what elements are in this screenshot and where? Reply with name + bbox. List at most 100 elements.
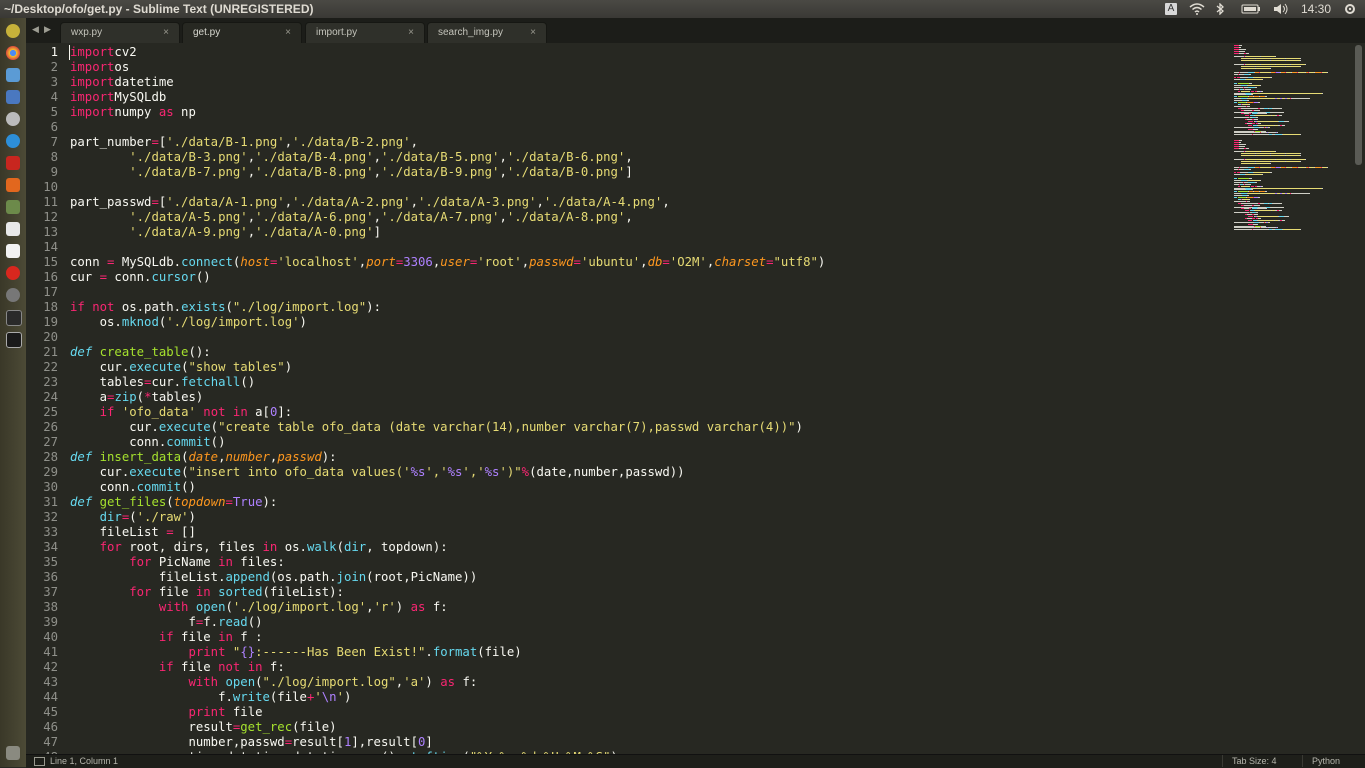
code-line[interactable]: with open('./log/import.log','r') as f: [70, 600, 1200, 615]
text-editor-icon[interactable] [6, 222, 20, 236]
minimap-token [1270, 77, 1272, 79]
code-line[interactable]: if file not in f: [70, 660, 1200, 675]
code-line[interactable]: with open("./log/import.log",'a') as f: [70, 675, 1200, 690]
line-number: 25 [43, 405, 58, 419]
code-line[interactable]: def get_files(topdown=True): [70, 495, 1200, 510]
code-line[interactable] [70, 240, 1200, 255]
panel-toggle-icon[interactable] [34, 757, 45, 766]
code-line[interactable]: for root, dirs, files in os.walk(dir, to… [70, 540, 1200, 555]
keyboard-indicator[interactable]: A [1164, 3, 1177, 15]
scrollbar-thumb[interactable] [1355, 45, 1362, 165]
code-line[interactable]: if not os.path.exists("./log/import.log"… [70, 300, 1200, 315]
code-line[interactable]: conn.commit() [70, 480, 1200, 495]
tab-search-img[interactable]: search_img.py × [427, 22, 547, 44]
vertical-scrollbar[interactable] [1354, 45, 1363, 745]
code-line[interactable]: importnumpy as np [70, 105, 1200, 120]
code-line[interactable]: part_number=['./data/B-1.png','./data/B-… [70, 135, 1200, 150]
code-line[interactable]: cur.execute("create table ofo_data (date… [70, 420, 1200, 435]
code-line[interactable] [70, 330, 1200, 345]
code-line[interactable]: importos [70, 60, 1200, 75]
code-line[interactable]: for file in sorted(fileList): [70, 585, 1200, 600]
minimap-token [1261, 64, 1275, 65]
tab-import[interactable]: import.py × [305, 22, 425, 44]
minimap-token [1275, 151, 1276, 153]
terminal-alt-icon[interactable] [6, 332, 22, 348]
code-line[interactable]: importMySQLdb [70, 90, 1200, 105]
code-line[interactable]: if 'ofo_data' not in a[0]: [70, 405, 1200, 420]
code-line[interactable]: f.write(file+'\n') [70, 690, 1200, 705]
tab-close-icon[interactable]: × [285, 27, 291, 38]
volume-icon[interactable] [1273, 3, 1289, 15]
tab-get[interactable]: get.py × [182, 22, 302, 44]
syntax-indicator[interactable]: Python [1312, 756, 1340, 766]
code-line[interactable]: number,passwd=result[1],result[0] [70, 735, 1200, 750]
settings-icon[interactable] [6, 90, 20, 104]
code-line[interactable] [70, 285, 1200, 300]
minimap-token [1241, 160, 1255, 162]
code-line[interactable]: def insert_data(date,number,passwd): [70, 450, 1200, 465]
battery-icon[interactable] [1241, 3, 1261, 15]
wifi-icon[interactable] [1189, 3, 1205, 15]
minimap-token [1247, 200, 1250, 202]
code-token: 'ubuntu' [580, 255, 641, 269]
dash-home-icon[interactable] [6, 24, 20, 38]
code-line[interactable]: if file in f : [70, 630, 1200, 645]
tab-right-arrow-icon[interactable]: ▶ [44, 24, 51, 35]
system-monitor-icon[interactable] [6, 200, 20, 214]
chrome-icon[interactable] [6, 46, 20, 60]
trash-icon[interactable] [6, 746, 20, 760]
code-line[interactable]: cur.execute("insert into ofo_data values… [70, 465, 1200, 480]
tab-size-indicator[interactable]: Tab Size: 4 [1232, 756, 1277, 766]
code-editor[interactable]: 1 2 3 4 5 6 7 8 9 10 11 12 13 14 15 16 17 18 19 20 21 22 23 24 2… [26, 43, 1365, 754]
code-line[interactable]: conn.commit() [70, 435, 1200, 450]
code-line[interactable]: for PicName in files: [70, 555, 1200, 570]
code-line[interactable]: tables=cur.fetchall() [70, 375, 1200, 390]
netease-music-icon[interactable] [6, 266, 20, 280]
code-line[interactable]: f=f.read() [70, 615, 1200, 630]
code-line[interactable]: os.mknod('./log/import.log') [70, 315, 1200, 330]
document-icon[interactable] [6, 244, 20, 258]
code-line[interactable]: fileList = [] [70, 525, 1200, 540]
minimap[interactable] [1204, 45, 1352, 231]
code-line[interactable]: cur.execute("show tables") [70, 360, 1200, 375]
code-line[interactable]: importcv2 [70, 45, 1200, 60]
code-line[interactable]: part_passwd=['./data/A-1.png','./data/A-… [70, 195, 1200, 210]
line-number: 31 [43, 495, 58, 509]
code-area[interactable]: importcv2 importos importdatetime importMyS… [70, 45, 1200, 754]
code-line[interactable]: './data/A-9.png','./data/A-0.png'] [70, 225, 1200, 240]
power-gear-icon[interactable] [1343, 3, 1357, 15]
code-line[interactable]: cur = conn.cursor() [70, 270, 1200, 285]
code-line[interactable]: './data/B-3.png','./data/B-4.png','./dat… [70, 150, 1200, 165]
code-line[interactable]: './data/B-7.png','./data/B-8.png','./dat… [70, 165, 1200, 180]
minimap-token [1284, 216, 1289, 217]
tab-close-icon[interactable]: × [163, 27, 169, 38]
tab-left-arrow-icon[interactable]: ◀ [32, 24, 39, 35]
minimap-token [1240, 172, 1248, 174]
tab-close-icon[interactable]: × [530, 27, 536, 38]
code-line[interactable]: dir=('./raw') [70, 510, 1200, 525]
tab-close-icon[interactable]: × [408, 27, 414, 38]
code-line[interactable] [70, 120, 1200, 135]
filezilla-icon[interactable] [6, 156, 20, 170]
software-center-icon[interactable] [6, 178, 20, 192]
code-line[interactable]: result=get_rec(file) [70, 720, 1200, 735]
code-line[interactable]: a=zip(*tables) [70, 390, 1200, 405]
files-icon[interactable] [6, 68, 20, 82]
clock[interactable]: 14:30 [1301, 2, 1331, 16]
terminal-icon[interactable] [6, 310, 22, 326]
code-token: cur. [151, 375, 182, 389]
code-line[interactable] [70, 180, 1200, 195]
code-line[interactable]: fileList.append(os.path.join(root,PicNam… [70, 570, 1200, 585]
code-token: a[ [247, 405, 270, 419]
code-line[interactable]: './data/A-5.png','./data/A-6.png','./dat… [70, 210, 1200, 225]
disks-icon[interactable] [6, 288, 20, 302]
bluetooth-icon[interactable] [1215, 2, 1229, 16]
code-line[interactable]: print "{}:------Has Been Exist!".format(… [70, 645, 1200, 660]
code-line[interactable]: print file [70, 705, 1200, 720]
browser-icon[interactable] [6, 134, 20, 148]
disk-icon[interactable] [6, 112, 20, 126]
tab-wxp[interactable]: wxp.py × [60, 22, 180, 44]
code-line[interactable]: def create_table(): [70, 345, 1200, 360]
code-line[interactable]: conn = MySQLdb.connect(host='localhost',… [70, 255, 1200, 270]
code-line[interactable]: importdatetime [70, 75, 1200, 90]
